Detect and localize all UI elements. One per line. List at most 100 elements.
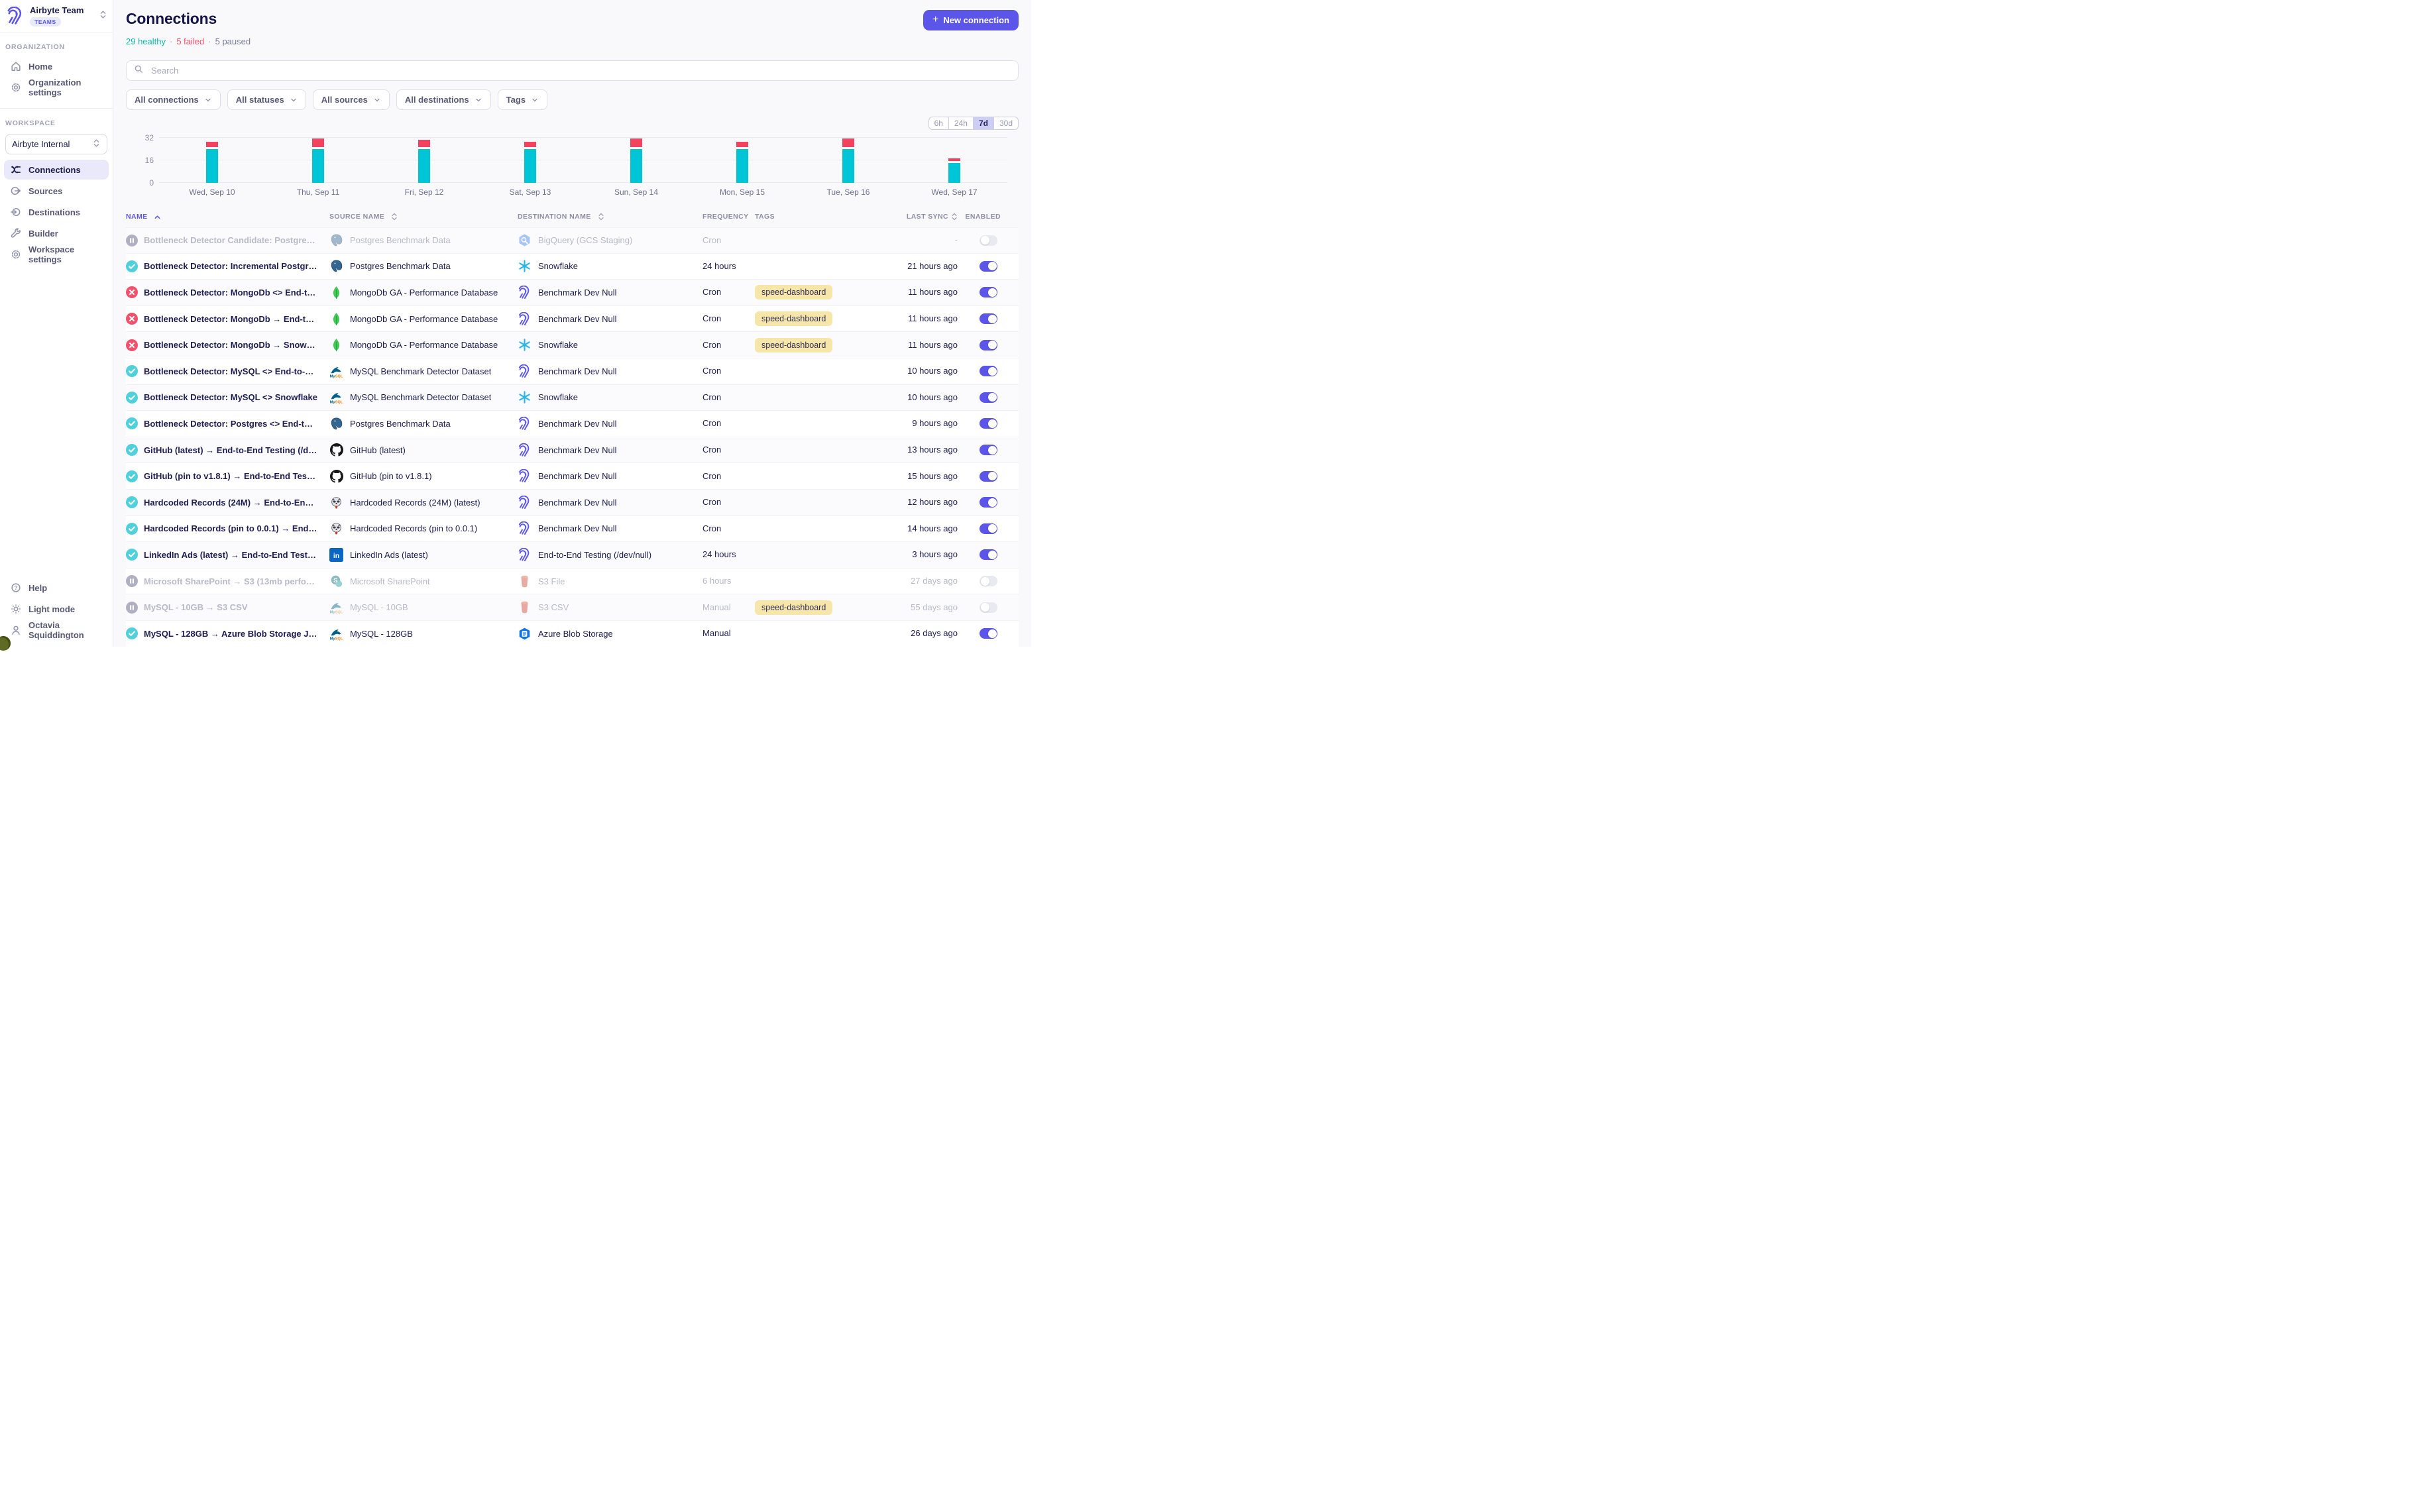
enabled-toggle[interactable] bbox=[980, 261, 997, 272]
table-row[interactable]: Bottleneck Detector: Postgres <> End-to-… bbox=[126, 411, 1019, 437]
connection-name: Bottleneck Detector: Postgres <> End-to-… bbox=[144, 419, 317, 429]
table-row[interactable]: MySQL - 10GB → S3 CSV MySQL MySQL - 10GB… bbox=[126, 594, 1019, 621]
chart-x-label: Wed, Sep 10 bbox=[159, 188, 265, 197]
sidebar-item-sources[interactable]: Sources bbox=[4, 181, 109, 201]
connection-name: Hardcoded Records (24M) → End-to-End Te.… bbox=[144, 498, 317, 508]
sidebar-item-organization-settings[interactable]: Organization settings bbox=[4, 78, 109, 97]
tags-cell: speed-dashboard bbox=[755, 285, 881, 299]
search-input[interactable] bbox=[150, 65, 1011, 76]
frequency: Cron bbox=[702, 497, 721, 507]
range-7d[interactable]: 7d bbox=[973, 117, 993, 129]
gear-icon bbox=[10, 248, 22, 260]
team-switcher[interactable]: Airbyte Team TEAMS bbox=[0, 0, 113, 32]
toggle-knob bbox=[988, 524, 997, 533]
enabled-toggle[interactable] bbox=[980, 392, 997, 403]
enabled-toggle[interactable] bbox=[980, 628, 997, 639]
enabled-toggle[interactable] bbox=[980, 497, 997, 508]
table-row[interactable]: Bottleneck Detector Candidate: Postgres … bbox=[126, 227, 1019, 254]
destination-name: BigQuery (GCS Staging) bbox=[538, 235, 632, 245]
table-row[interactable]: GitHub (latest) → End-to-End Testing (/d… bbox=[126, 437, 1019, 464]
workspace-selector[interactable]: Airbyte Internal bbox=[5, 134, 107, 154]
source-name: MongoDb GA - Performance Database bbox=[350, 340, 498, 350]
table-row[interactable]: Bottleneck Detector: MongoDb → Snowflake… bbox=[126, 332, 1019, 358]
last-sync: 10 hours ago bbox=[907, 366, 958, 376]
sidebar-item-workspace-settings[interactable]: Workspace settings bbox=[4, 244, 109, 264]
enabled-toggle[interactable] bbox=[980, 235, 997, 246]
table-row[interactable]: LinkedIn Ads (latest) → End-to-End Testi… bbox=[126, 542, 1019, 568]
filter-tags[interactable]: Tags bbox=[498, 89, 547, 110]
enabled-toggle[interactable] bbox=[980, 523, 997, 534]
enabled-toggle[interactable] bbox=[980, 549, 997, 560]
airbyte-icon bbox=[518, 443, 532, 457]
toggle-knob bbox=[988, 472, 997, 480]
chart-x-label: Wed, Sep 17 bbox=[901, 188, 1007, 197]
table-row[interactable]: MySQL - 128GB → Azure Blob Storage JSOn … bbox=[126, 621, 1019, 647]
toggle-knob bbox=[988, 262, 997, 270]
frequency: Cron bbox=[702, 523, 721, 533]
column-header-last-sync[interactable]: LAST SYNC bbox=[881, 212, 958, 221]
table-row[interactable]: Bottleneck Detector: Incremental Postgre… bbox=[126, 254, 1019, 280]
filter-all-statuses[interactable]: All statuses bbox=[227, 89, 306, 110]
range-30d[interactable]: 30d bbox=[993, 117, 1018, 129]
airbyte-icon bbox=[518, 364, 532, 378]
sidebar-item-help[interactable]: ? Help bbox=[4, 578, 109, 598]
column-header-destination-name[interactable]: DESTINATION NAME bbox=[518, 212, 702, 221]
column-header-name[interactable]: NAME bbox=[126, 213, 329, 221]
enabled-toggle[interactable] bbox=[980, 287, 997, 297]
filter-all-connections[interactable]: All connections bbox=[126, 89, 221, 110]
chevron-updown-icon bbox=[99, 9, 107, 23]
sidebar-item-builder[interactable]: Builder bbox=[4, 223, 109, 243]
sidebar-item-home[interactable]: Home bbox=[4, 56, 109, 76]
new-connection-button[interactable]: + New connection bbox=[923, 10, 1019, 30]
bar-failed bbox=[206, 142, 218, 148]
filter-label: All statuses bbox=[236, 95, 284, 105]
table-row[interactable]: Microsoft SharePoint → S3 (13mb performa… bbox=[126, 568, 1019, 595]
table-row[interactable]: Hardcoded Records (24M) → End-to-End Te.… bbox=[126, 490, 1019, 516]
destination-name: End-to-End Testing (/dev/null) bbox=[538, 550, 651, 560]
table-row[interactable]: Bottleneck Detector: MySQL <> End-to-End… bbox=[126, 358, 1019, 385]
toggle-knob bbox=[981, 577, 989, 586]
sidebar-item-light-mode[interactable]: Light mode bbox=[4, 599, 109, 619]
sidebar-footer-nav: ? Help Light mode Octavia Squiddington bbox=[0, 576, 113, 647]
table-row[interactable]: GitHub (pin to v1.8.1) → End-to-End Test… bbox=[126, 463, 1019, 490]
filter-label: All sources bbox=[321, 95, 368, 105]
enabled-toggle[interactable] bbox=[980, 471, 997, 482]
table-row[interactable]: Bottleneck Detector: MongoDb → End-to-En… bbox=[126, 306, 1019, 333]
tag-speed-dashboard: speed-dashboard bbox=[755, 285, 832, 299]
tags-cell: speed-dashboard bbox=[755, 338, 881, 352]
range-6h[interactable]: 6h bbox=[929, 117, 948, 129]
table-row[interactable]: Bottleneck Detector: MySQL <> Snowflake … bbox=[126, 385, 1019, 411]
enabled-toggle[interactable] bbox=[980, 313, 997, 324]
enabled-toggle[interactable] bbox=[980, 445, 997, 455]
range-24h[interactable]: 24h bbox=[948, 117, 973, 129]
toggle-knob bbox=[981, 603, 989, 612]
column-header-source-name[interactable]: SOURCE NAME bbox=[329, 212, 518, 221]
sidebar-item-label: Sources bbox=[28, 186, 62, 196]
chart-x-axis-labels: Wed, Sep 10Thu, Sep 11Fri, Sep 12Sat, Se… bbox=[159, 188, 1007, 197]
azure-blob-icon bbox=[518, 627, 532, 641]
last-sync: 26 days ago bbox=[911, 628, 958, 638]
snowflake-icon bbox=[518, 390, 532, 404]
enabled-toggle[interactable] bbox=[980, 418, 997, 429]
sidebar-item-label: Octavia Squiddington bbox=[28, 620, 103, 640]
enabled-toggle[interactable] bbox=[980, 340, 997, 351]
sidebar-item-destinations[interactable]: Destinations bbox=[4, 202, 109, 222]
destination-name: Benchmark Dev Null bbox=[538, 471, 617, 481]
enabled-toggle[interactable] bbox=[980, 576, 997, 586]
enabled-toggle[interactable] bbox=[980, 602, 997, 613]
filter-all-sources[interactable]: All sources bbox=[313, 89, 390, 110]
help-icon: ? bbox=[10, 582, 22, 594]
filter-all-destinations[interactable]: All destinations bbox=[396, 89, 491, 110]
svg-text:?: ? bbox=[15, 585, 18, 591]
table-row[interactable]: Hardcoded Records (pin to 0.0.1) → End-t… bbox=[126, 516, 1019, 543]
sidebar-item-connections[interactable]: Connections bbox=[4, 160, 109, 180]
sidebar-item-octavia-squiddington[interactable]: Octavia Squiddington bbox=[4, 620, 109, 640]
chart-bar-mon-sep-15 bbox=[736, 138, 748, 183]
source-name: MongoDb GA - Performance Database bbox=[350, 288, 498, 297]
enabled-toggle[interactable] bbox=[980, 366, 997, 376]
sources-icon bbox=[10, 185, 22, 197]
organization-nav: Home Organization settings bbox=[0, 55, 113, 99]
source-name: Microsoft SharePoint bbox=[350, 576, 430, 586]
table-row[interactable]: Bottleneck Detector: MongoDb <> End-to-E… bbox=[126, 280, 1019, 306]
toggle-knob bbox=[988, 288, 997, 297]
